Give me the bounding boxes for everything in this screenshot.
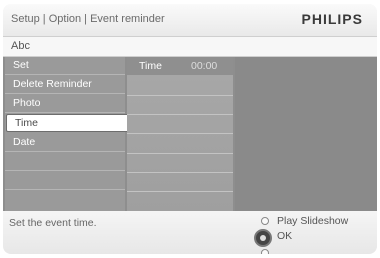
nav-up-label: Play Slideshow bbox=[277, 215, 349, 227]
menu-item-label: Set bbox=[13, 59, 29, 71]
menu-item-label: Date bbox=[13, 136, 36, 148]
ok-label: OK bbox=[277, 230, 293, 242]
divider bbox=[127, 153, 233, 154]
title-row: Abc bbox=[3, 36, 377, 57]
divider bbox=[127, 172, 233, 173]
header: Setup | Option | Event reminder PHILIPS bbox=[3, 4, 377, 36]
submenu-list: Time 00:00 bbox=[127, 57, 233, 211]
help-text: Set the event time. bbox=[9, 217, 97, 229]
menu-item-photo[interactable]: Photo bbox=[5, 95, 125, 113]
divider bbox=[127, 191, 233, 192]
menu-item-date[interactable]: Date bbox=[5, 134, 125, 152]
menu-item-time[interactable]: Time bbox=[6, 114, 130, 132]
divider bbox=[127, 133, 233, 134]
nav-down-icon[interactable] bbox=[261, 249, 269, 254]
footer: Set the event time. Play Slideshow OK bbox=[3, 211, 377, 254]
screen: Setup | Option | Event reminder PHILIPS … bbox=[3, 4, 377, 254]
submenu-time-label: Time bbox=[139, 60, 162, 72]
page-title: Abc bbox=[11, 40, 30, 52]
menu-panel: Set Delete Reminder Photo Time Date Time… bbox=[3, 57, 377, 211]
brand-logo: PHILIPS bbox=[301, 11, 363, 27]
menu-item-label: Photo bbox=[13, 97, 41, 109]
device-frame: Setup | Option | Event reminder PHILIPS … bbox=[0, 0, 380, 258]
menu-item-empty bbox=[5, 172, 125, 190]
menu-item-label: Time bbox=[15, 117, 38, 129]
nav-controls: Play Slideshow OK bbox=[241, 215, 361, 254]
nav-up-icon[interactable] bbox=[261, 217, 269, 225]
menu-item-label: Delete Reminder bbox=[13, 78, 92, 90]
menu-item-set[interactable]: Set bbox=[5, 57, 125, 75]
submenu-time-value[interactable]: 00:00 bbox=[191, 60, 217, 72]
submenu-time-row[interactable]: Time 00:00 bbox=[127, 57, 233, 75]
divider bbox=[127, 114, 233, 115]
preview-area bbox=[235, 57, 377, 211]
menu-list: Set Delete Reminder Photo Time Date bbox=[5, 57, 130, 211]
breadcrumb: Setup | Option | Event reminder bbox=[11, 13, 165, 25]
ok-button-icon[interactable] bbox=[254, 229, 272, 247]
menu-item-empty bbox=[5, 191, 125, 209]
divider bbox=[127, 95, 233, 96]
menu-item-empty bbox=[5, 153, 125, 171]
menu-item-delete-reminder[interactable]: Delete Reminder bbox=[5, 76, 125, 94]
